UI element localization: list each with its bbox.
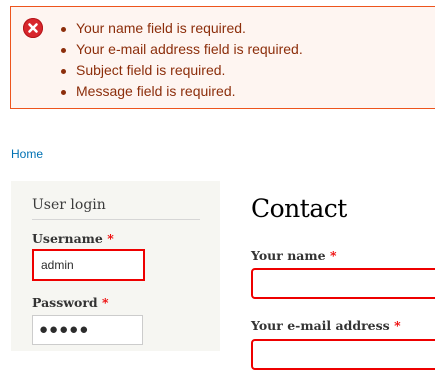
password-label: Password *	[32, 295, 109, 310]
error-messages-box: Your name field is required. Your e-mail…	[10, 6, 435, 109]
password-mask: ●●●●●	[39, 321, 90, 338]
error-item: Your e-mail address field is required.	[55, 39, 303, 60]
password-input[interactable]: ●●●●●	[32, 315, 143, 345]
your-name-label: Your name *	[251, 248, 336, 263]
required-marker: *	[107, 231, 114, 246]
required-marker: *	[394, 318, 401, 333]
page-title: Contact	[251, 194, 347, 223]
error-list: Your name field is required. Your e-mail…	[55, 18, 303, 102]
required-marker: *	[329, 248, 337, 263]
password-label-text: Password	[32, 295, 98, 310]
username-input[interactable]: admin	[32, 249, 145, 281]
username-label-text: Username	[32, 231, 103, 246]
required-marker: *	[102, 295, 109, 310]
your-name-label-text: Your name	[251, 248, 326, 263]
error-item: Your name field is required.	[55, 18, 303, 39]
your-name-input[interactable]	[251, 268, 435, 299]
email-label: Your e-mail address *	[251, 318, 401, 333]
breadcrumb-home-link[interactable]: Home	[11, 147, 43, 161]
username-label: Username *	[32, 231, 114, 246]
user-login-block: User login Username * admin Password * ●…	[11, 181, 220, 351]
block-title: User login	[32, 197, 200, 220]
username-value: admin	[41, 258, 74, 272]
error-item: Message field is required.	[55, 81, 303, 102]
email-label-text: Your e-mail address	[251, 318, 390, 333]
error-icon	[23, 18, 43, 38]
email-input[interactable]	[251, 339, 435, 370]
error-item: Subject field is required.	[55, 60, 303, 81]
